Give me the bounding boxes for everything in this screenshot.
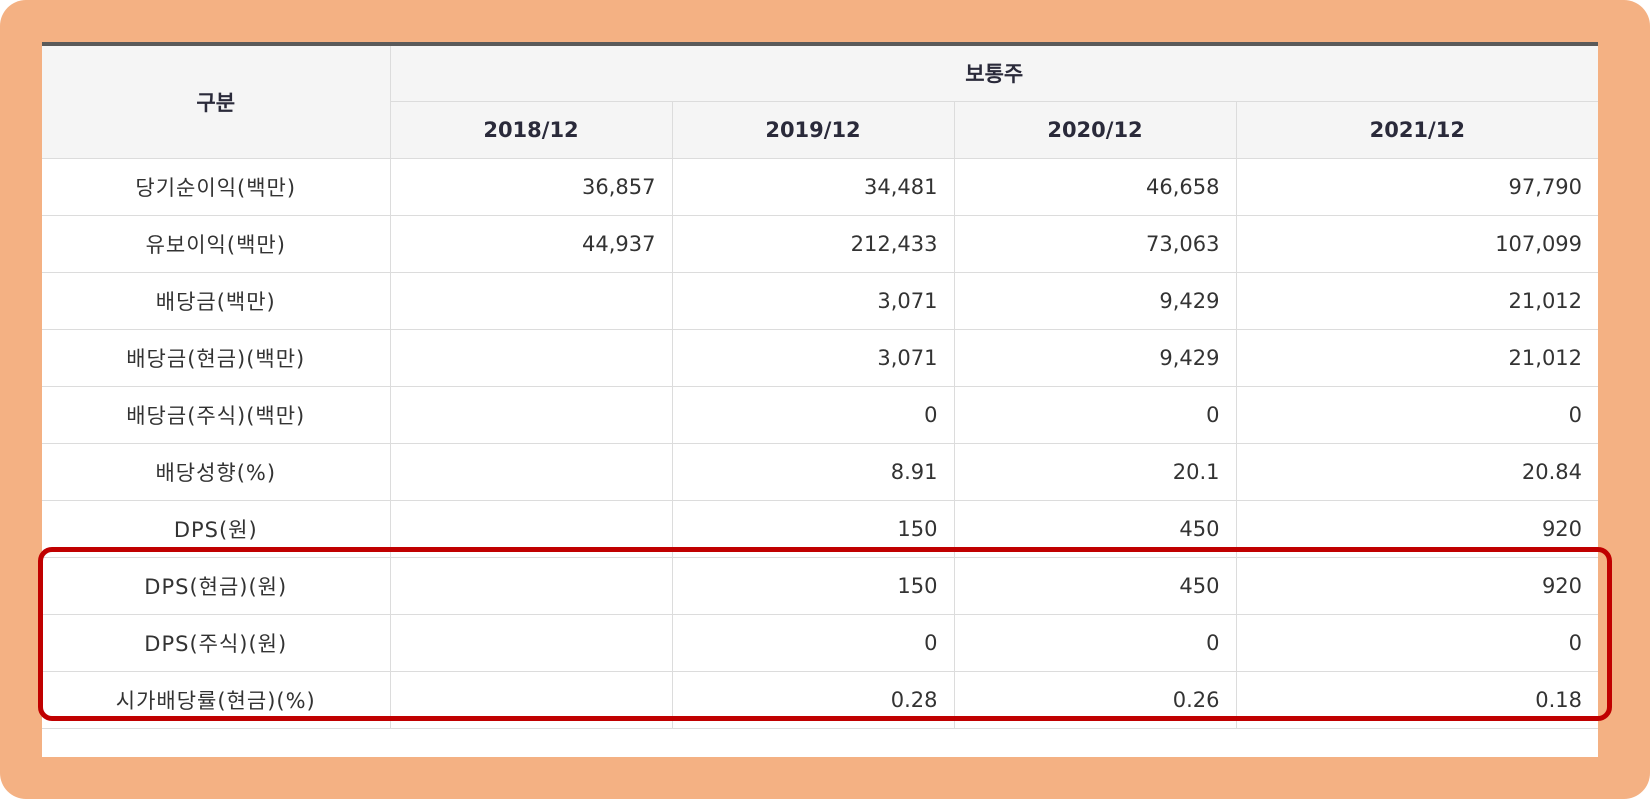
cell-value: 3,071: [671, 271, 955, 330]
dividend-table-panel: 구분 보통주 2018/12 2019/12 2020/12 2021/12 당…: [42, 42, 1599, 757]
cell-value: 0: [1235, 613, 1599, 672]
row-label: DPS(현금)(원): [42, 556, 391, 615]
cell-value: 0.28: [671, 670, 955, 729]
cell-value: 150: [671, 499, 955, 558]
table-row: 시가배당률(현금)(%) 0.28 0.26 0.18: [42, 670, 1599, 729]
table-row: 배당금(백만) 3,071 9,429 21,012: [42, 271, 1599, 330]
cell-value: 8.91: [671, 442, 955, 501]
row-label: 배당금(주식)(백만): [42, 385, 391, 444]
table-row: 배당성향(%) 8.91 20.1 20.84: [42, 442, 1599, 501]
cell-value: [389, 328, 673, 387]
header-group-common-stock: 보통주: [389, 44, 1599, 102]
cell-value: 0: [953, 385, 1237, 444]
dividend-table: 구분 보통주 2018/12 2019/12 2020/12 2021/12 당…: [42, 42, 1599, 729]
cell-value: [389, 442, 673, 501]
cell-value: 0: [953, 613, 1237, 672]
row-label: 배당금(현금)(백만): [42, 328, 391, 387]
cell-value: 44,937: [389, 214, 673, 273]
cell-value: 150: [671, 556, 955, 615]
header-year: 2021/12: [1235, 100, 1599, 159]
cell-value: 450: [953, 499, 1237, 558]
table-row: DPS(원) 150 450 920: [42, 499, 1599, 558]
cell-value: [389, 670, 673, 729]
cell-value: 20.1: [953, 442, 1237, 501]
table-row: 배당금(현금)(백만) 3,071 9,429 21,012: [42, 328, 1599, 387]
cell-value: 0: [671, 385, 955, 444]
cell-value: 36,857: [389, 157, 673, 216]
cell-value: 3,071: [671, 328, 955, 387]
cell-value: [389, 271, 673, 330]
cell-value: [389, 556, 673, 615]
row-label: 배당성향(%): [42, 442, 391, 501]
row-label: DPS(주식)(원): [42, 613, 391, 672]
cell-value: 920: [1235, 499, 1599, 558]
cell-value: [389, 613, 673, 672]
cell-value: 450: [953, 556, 1237, 615]
cell-value: 107,099: [1235, 214, 1599, 273]
row-label: 당기순이익(백만): [42, 157, 391, 216]
cell-value: [389, 499, 673, 558]
table-row: 배당금(주식)(백만) 0 0 0: [42, 385, 1599, 444]
table-row: 유보이익(백만) 44,937 212,433 73,063 107,099: [42, 214, 1599, 273]
cell-value: 0.18: [1235, 670, 1599, 729]
row-label: 배당금(백만): [42, 271, 391, 330]
cell-value: 0: [1235, 385, 1599, 444]
cell-value: 0.26: [953, 670, 1237, 729]
table-row: DPS(주식)(원) 0 0 0: [42, 613, 1599, 672]
row-label: 유보이익(백만): [42, 214, 391, 273]
header-year: 2019/12: [671, 100, 955, 159]
header-year: 2018/12: [390, 100, 673, 159]
cell-value: 73,063: [953, 214, 1237, 273]
cell-value: 9,429: [953, 328, 1237, 387]
row-label: 시가배당률(현금)(%): [42, 670, 391, 729]
cell-value: 46,658: [953, 157, 1237, 216]
cell-value: [389, 385, 673, 444]
cell-value: 212,433: [671, 214, 955, 273]
cell-value: 20.84: [1235, 442, 1599, 501]
table-row: DPS(현금)(원) 150 450 920: [42, 556, 1599, 615]
row-label: DPS(원): [42, 499, 391, 558]
cell-value: 21,012: [1235, 328, 1599, 387]
cell-value: 920: [1235, 556, 1599, 615]
table-row: 당기순이익(백만) 36,857 34,481 46,658 97,790: [42, 157, 1599, 216]
cell-value: 0: [671, 613, 955, 672]
cell-value: 34,481: [671, 157, 955, 216]
header-category: 구분: [42, 44, 391, 159]
header-row-group: 구분 보통주: [42, 44, 1599, 159]
cell-value: 21,012: [1235, 271, 1599, 330]
cell-value: 97,790: [1235, 157, 1599, 216]
header-year: 2020/12: [953, 100, 1237, 159]
cell-value: 9,429: [953, 271, 1237, 330]
